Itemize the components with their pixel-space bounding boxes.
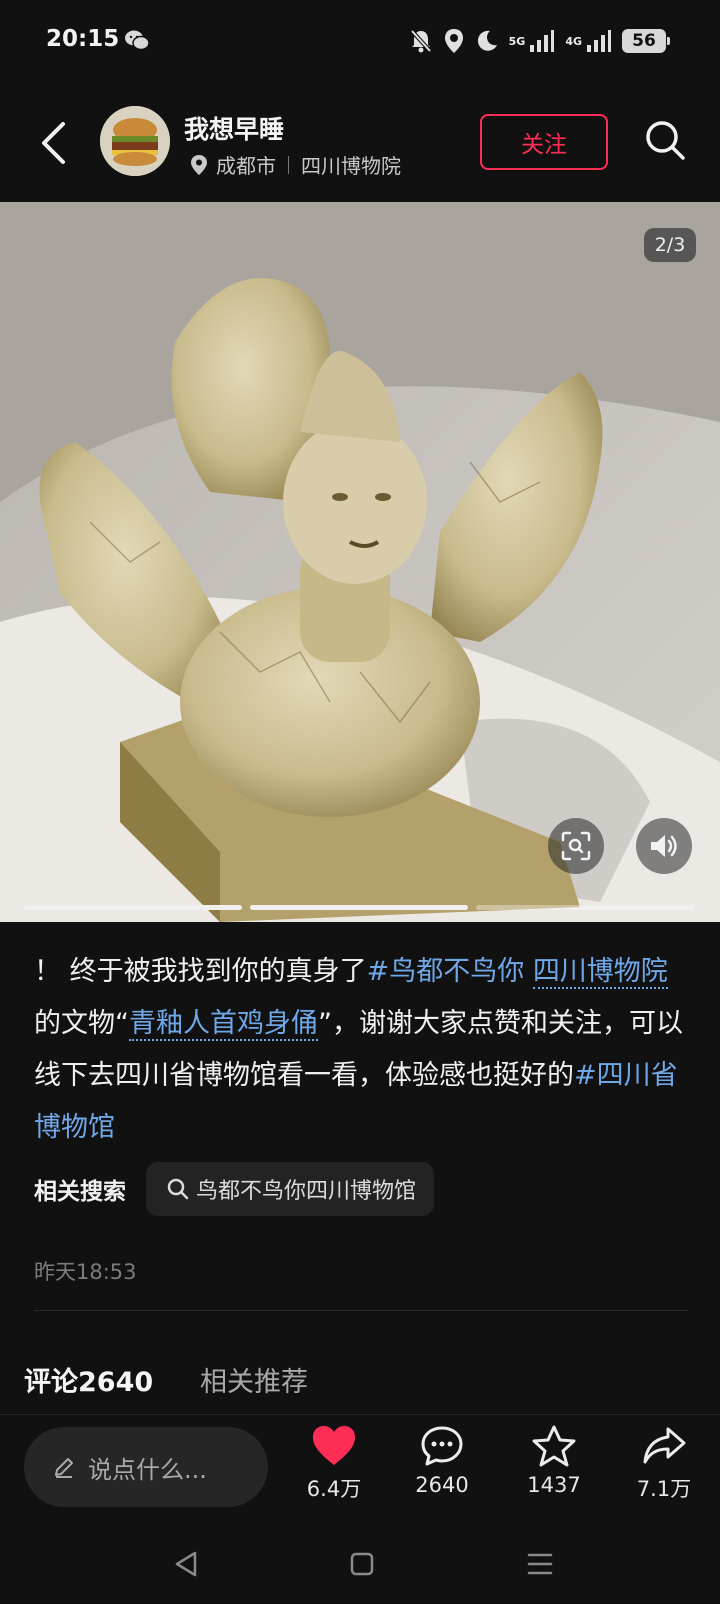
place-link[interactable]: 四川博物院	[532, 956, 668, 989]
signal-strength-icon-2	[587, 30, 611, 52]
heart-icon	[313, 1426, 355, 1465]
system-menu-button[interactable]	[520, 1544, 560, 1584]
do-not-disturb-moon-icon	[477, 30, 497, 51]
burger-avatar-image	[100, 106, 170, 176]
post-header: 我想早睡 成都市 四川博物院 关注	[0, 84, 720, 202]
caption-text: 的文物“	[34, 1008, 129, 1039]
post-location[interactable]: 成都市 四川博物院	[190, 150, 401, 179]
favorite-count: 1437	[527, 1473, 581, 1497]
share-arrow-icon	[643, 1427, 686, 1464]
share-button[interactable]: 7.1万	[616, 1425, 712, 1503]
tab-related-recommendations[interactable]: 相关推荐	[200, 1360, 308, 1399]
share-count: 7.1万	[636, 1477, 692, 1501]
content-tabs: 评论2640 相关推荐	[0, 1360, 720, 1416]
system-navigation-bar	[0, 1522, 720, 1604]
search-icon	[646, 121, 685, 160]
mute-bell-icon	[410, 29, 432, 53]
post-photo[interactable]	[0, 202, 720, 922]
post-caption: ！ 终于被我找到你的真身了#鸟都不鸟你 四川博物院 的文物“青釉人首鸡身俑”，谢…	[34, 946, 689, 1154]
location-separator	[288, 155, 289, 174]
search-icon	[167, 1178, 189, 1200]
search-button[interactable]	[640, 112, 690, 168]
menu-lines-icon	[527, 1553, 553, 1575]
like-button[interactable]: 6.4万	[286, 1425, 382, 1503]
location-pin-icon	[191, 154, 207, 175]
author-name[interactable]: 我想早睡	[184, 110, 284, 146]
author-avatar[interactable]	[100, 106, 170, 176]
system-back-button[interactable]	[166, 1544, 206, 1584]
signal-strength-icon-1	[530, 30, 555, 52]
relic-figurine-image	[0, 202, 720, 922]
comment-count: 2640	[415, 1473, 469, 1497]
wechat-notification-icon	[125, 30, 150, 51]
related-search-query: 鸟都不鸟你四川博物馆	[196, 1179, 417, 1204]
speaker-icon	[651, 835, 677, 857]
divider	[34, 1310, 688, 1311]
scan-lens-icon	[561, 831, 591, 861]
hashtag-link[interactable]: #鸟都不鸟你	[367, 956, 525, 987]
battery-indicator: 56	[622, 29, 670, 53]
status-bar: 20:15 5G 4G 56	[0, 0, 720, 84]
back-button[interactable]	[30, 114, 76, 172]
related-search: 相关搜索 鸟都不鸟你四川博物馆	[34, 1162, 435, 1216]
engagement-bar: 说点什么... 6.4万 2640 1437 7.1万	[0, 1414, 720, 1522]
caption-lead: ！ 终于被我找到你的真身了	[34, 956, 367, 987]
star-icon	[532, 1425, 576, 1467]
comment-input-placeholder: 说点什么...	[88, 1455, 207, 1484]
image-search-button[interactable]	[548, 818, 604, 874]
photo-progress-segment-2	[250, 905, 468, 910]
photo-progress-segment-1	[24, 905, 242, 910]
status-time: 20:15	[46, 26, 120, 52]
related-search-label: 相关搜索	[34, 1179, 126, 1205]
system-home-button[interactable]	[342, 1544, 382, 1584]
network-5g-label: 5G	[508, 34, 526, 48]
post-time: 昨天18:53	[34, 1260, 137, 1284]
location-city: 成都市	[216, 154, 276, 178]
favorite-button[interactable]: 1437	[506, 1425, 602, 1497]
triangle-back-icon	[175, 1551, 197, 1577]
pencil-icon	[55, 1458, 73, 1478]
network-4g-label: 4G	[565, 34, 582, 48]
like-count: 6.4万	[306, 1477, 362, 1501]
photo-page-indicator: 2/3	[644, 228, 696, 262]
comment-button[interactable]: 2640	[394, 1425, 490, 1497]
square-home-icon	[350, 1552, 374, 1576]
related-search-chip[interactable]: 鸟都不鸟你四川博物馆	[146, 1162, 435, 1216]
tab-comments[interactable]: 评论2640	[24, 1360, 153, 1399]
back-arrow-icon	[42, 122, 65, 164]
location-icon	[444, 29, 463, 53]
sound-button[interactable]	[636, 818, 692, 874]
location-place: 四川博物院	[301, 154, 401, 178]
follow-button[interactable]: 关注	[480, 114, 608, 170]
comment-bubble-icon	[421, 1426, 463, 1466]
status-icons: 5G 4G 56	[409, 24, 670, 58]
relic-name-link[interactable]: 青釉人首鸡身俑	[129, 1008, 318, 1041]
comment-input[interactable]: 说点什么...	[24, 1427, 268, 1507]
photo-progress-segment-3	[476, 905, 694, 910]
